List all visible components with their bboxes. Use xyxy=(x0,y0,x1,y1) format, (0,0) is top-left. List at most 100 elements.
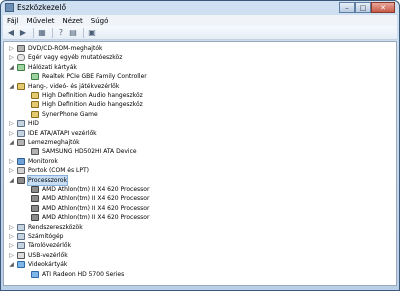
storage-controller-icon xyxy=(17,242,25,250)
tree-item-label: SynerPhone Game xyxy=(42,110,98,118)
tree-item-label: ATI Radeon HD 5700 Series xyxy=(42,270,125,278)
menu-action[interactable]: Művelet xyxy=(23,17,59,25)
tree-item-label: High Definition Audio hangeszköz xyxy=(42,101,143,109)
tree-category-row[interactable]: ◢ Hang-, videó- és játékvezérlők xyxy=(4,82,396,91)
minimize-button[interactable]: – xyxy=(339,2,355,13)
tree-category-row[interactable]: ▷ IDE ATA/ATAPI vezérlők xyxy=(4,129,396,138)
tree-item-label: Számítógép xyxy=(28,233,64,240)
tree-item-label: AMD Athlon(tm) II X4 620 Processor xyxy=(42,204,150,212)
hid-icon xyxy=(17,120,25,128)
tree-device-row[interactable]: AMD Athlon(tm) II X4 620 Processor xyxy=(4,194,396,203)
tree-item-label: DVD/CD-ROM-meghajtók xyxy=(28,45,103,52)
usb-icon xyxy=(17,251,25,259)
tree-device-row[interactable]: Realtek PCIe GBE Family Controller xyxy=(4,72,396,81)
device-manager-window: Eszközkezelő – □ ✕ Fájl Művelet Nézet Sú… xyxy=(0,0,400,291)
video-card-icon xyxy=(31,270,39,278)
system-devices-icon xyxy=(17,223,25,231)
tree-item-label: Videokártyák xyxy=(28,261,68,269)
title-bar[interactable]: Eszközkezelő – □ ✕ xyxy=(1,1,399,15)
expand-arrow-icon[interactable]: ▷ xyxy=(8,157,15,166)
disk-icon xyxy=(31,148,39,156)
ide-controller-icon xyxy=(17,129,25,137)
device-manager-app-icon xyxy=(5,3,14,12)
menu-view[interactable]: Nézet xyxy=(59,17,87,25)
tree-category-row[interactable]: ◢ Processzorok xyxy=(4,174,396,186)
tree-category-row[interactable]: ▷ HID xyxy=(4,119,396,128)
tree-category-row[interactable]: ▷ Tárolóvezérlők xyxy=(4,241,396,250)
cpu-icon xyxy=(31,204,39,212)
tree-device-row[interactable]: AMD Athlon(tm) II X4 620 Processor xyxy=(4,213,396,222)
window-title: Eszközkezelő xyxy=(17,3,67,12)
tree-category-row[interactable]: ◢ Hálózati kártyák xyxy=(4,63,396,72)
tree-device-row[interactable]: ATI Radeon HD 5700 Series xyxy=(4,270,396,279)
menu-help[interactable]: Súgó xyxy=(87,17,113,25)
expand-arrow-icon[interactable]: ▷ xyxy=(8,241,15,250)
tree-category-row[interactable]: ▷ DVD/CD-ROM-meghajtók xyxy=(4,44,396,53)
forward-icon[interactable]: ▶ xyxy=(18,28,28,38)
tree-item-label: USB-vezérlők xyxy=(28,251,68,259)
monitor-icon xyxy=(17,157,25,165)
help-icon[interactable]: ? xyxy=(56,28,66,38)
collapse-arrow-icon[interactable]: ◢ xyxy=(8,260,15,269)
back-icon[interactable]: ◀ xyxy=(6,28,16,38)
tree-category-row[interactable]: ▷ Monitorok xyxy=(4,157,396,166)
view-icon[interactable]: ▤ xyxy=(68,28,78,38)
tree-item-label: Lemezmeghajtók xyxy=(28,139,80,146)
collapse-arrow-icon[interactable]: ◢ xyxy=(8,63,15,72)
collapse-arrow-icon[interactable]: ◢ xyxy=(8,82,15,91)
sound-icon xyxy=(17,82,25,90)
audio-device-icon xyxy=(31,92,39,99)
tree-item-label: Monitorok xyxy=(28,157,58,165)
caption-buttons: – □ ✕ xyxy=(339,2,395,13)
tree-category-row[interactable]: ▷ USB-vezérlők xyxy=(4,251,396,260)
toolbar-separator xyxy=(33,27,34,38)
processor-icon xyxy=(17,176,25,184)
menu-file[interactable]: Fájl xyxy=(3,17,23,25)
tree-device-row[interactable]: SAMSUNG HD502HI ATA Device xyxy=(4,147,396,156)
tree-category-row[interactable]: ◢ Lemezmeghajtók xyxy=(4,138,396,147)
expand-arrow-icon[interactable]: ▷ xyxy=(8,119,15,128)
menu-bar: Fájl Művelet Nézet Súgó xyxy=(3,15,397,26)
maximize-button[interactable]: □ xyxy=(355,2,371,13)
expand-arrow-icon[interactable]: ▷ xyxy=(8,223,15,232)
cpu-icon xyxy=(31,195,39,203)
computer-icon[interactable]: ▣ xyxy=(87,28,97,38)
tree-category-row[interactable]: ▷ Portok (COM és LPT) xyxy=(4,166,396,175)
tree-item-label: AMD Athlon(tm) II X4 620 Processor xyxy=(42,186,150,193)
tree-item-label: Portok (COM és LPT) xyxy=(28,167,89,175)
tree-category-row[interactable]: ▷ Rendszereszközök xyxy=(4,223,396,232)
tree-item-label: Hálózati kártyák xyxy=(28,63,77,71)
collapse-arrow-icon[interactable]: ◢ xyxy=(8,138,15,147)
tree-category-row[interactable]: ◢ Videokártyák xyxy=(4,260,396,269)
tree-item-label: AMD Athlon(tm) II X4 620 Processor xyxy=(42,195,150,203)
dvd-drive-icon xyxy=(17,45,25,52)
toolbar-separator xyxy=(83,27,84,38)
close-button[interactable]: ✕ xyxy=(371,2,395,13)
collapse-arrow-icon[interactable]: ◢ xyxy=(8,176,15,185)
mouse-icon xyxy=(17,54,25,62)
expand-arrow-icon[interactable]: ▷ xyxy=(8,53,15,62)
expand-arrow-icon[interactable]: ▷ xyxy=(8,166,15,175)
tree-category-row[interactable]: ▷ Számítógép xyxy=(4,232,396,241)
tree-item-label: Egér vagy egyéb mutatóeszköz xyxy=(28,54,123,62)
toolbar-separator xyxy=(52,27,53,38)
expand-arrow-icon[interactable]: ▷ xyxy=(8,251,15,260)
tree-device-row[interactable]: High Definition Audio hangeszköz xyxy=(4,91,396,100)
computer-icon xyxy=(17,233,25,240)
display-adapter-icon xyxy=(17,261,25,269)
tree-category-row[interactable]: ▷ Egér vagy egyéb mutatóeszköz xyxy=(4,53,396,62)
properties-icon[interactable]: ▦ xyxy=(37,28,47,38)
expand-arrow-icon[interactable]: ▷ xyxy=(8,129,15,138)
network-adapter-icon xyxy=(17,63,25,71)
expand-arrow-icon[interactable]: ▷ xyxy=(8,232,15,241)
device-tree: ▷ DVD/CD-ROM-meghajtók ▷ Egér vagy egyéb mu… xyxy=(3,41,397,286)
tree-item-label: Hang-, videó- és játékvezérlők xyxy=(28,82,120,90)
toolbar: ◀ ▶ ▦ ? ▤ ▣ xyxy=(3,26,397,40)
disk-drives-icon xyxy=(17,139,25,146)
expand-arrow-icon[interactable]: ▷ xyxy=(8,44,15,53)
tree-device-row[interactable]: AMD Athlon(tm) II X4 620 Processor xyxy=(4,204,396,213)
tree-device-row[interactable]: SynerPhone Game xyxy=(4,110,396,119)
tree-device-row[interactable]: AMD Athlon(tm) II X4 620 Processor xyxy=(4,185,396,194)
tree-device-row[interactable]: High Definition Audio hangeszköz xyxy=(4,100,396,109)
tree-item-label: Processzorok xyxy=(26,174,69,186)
